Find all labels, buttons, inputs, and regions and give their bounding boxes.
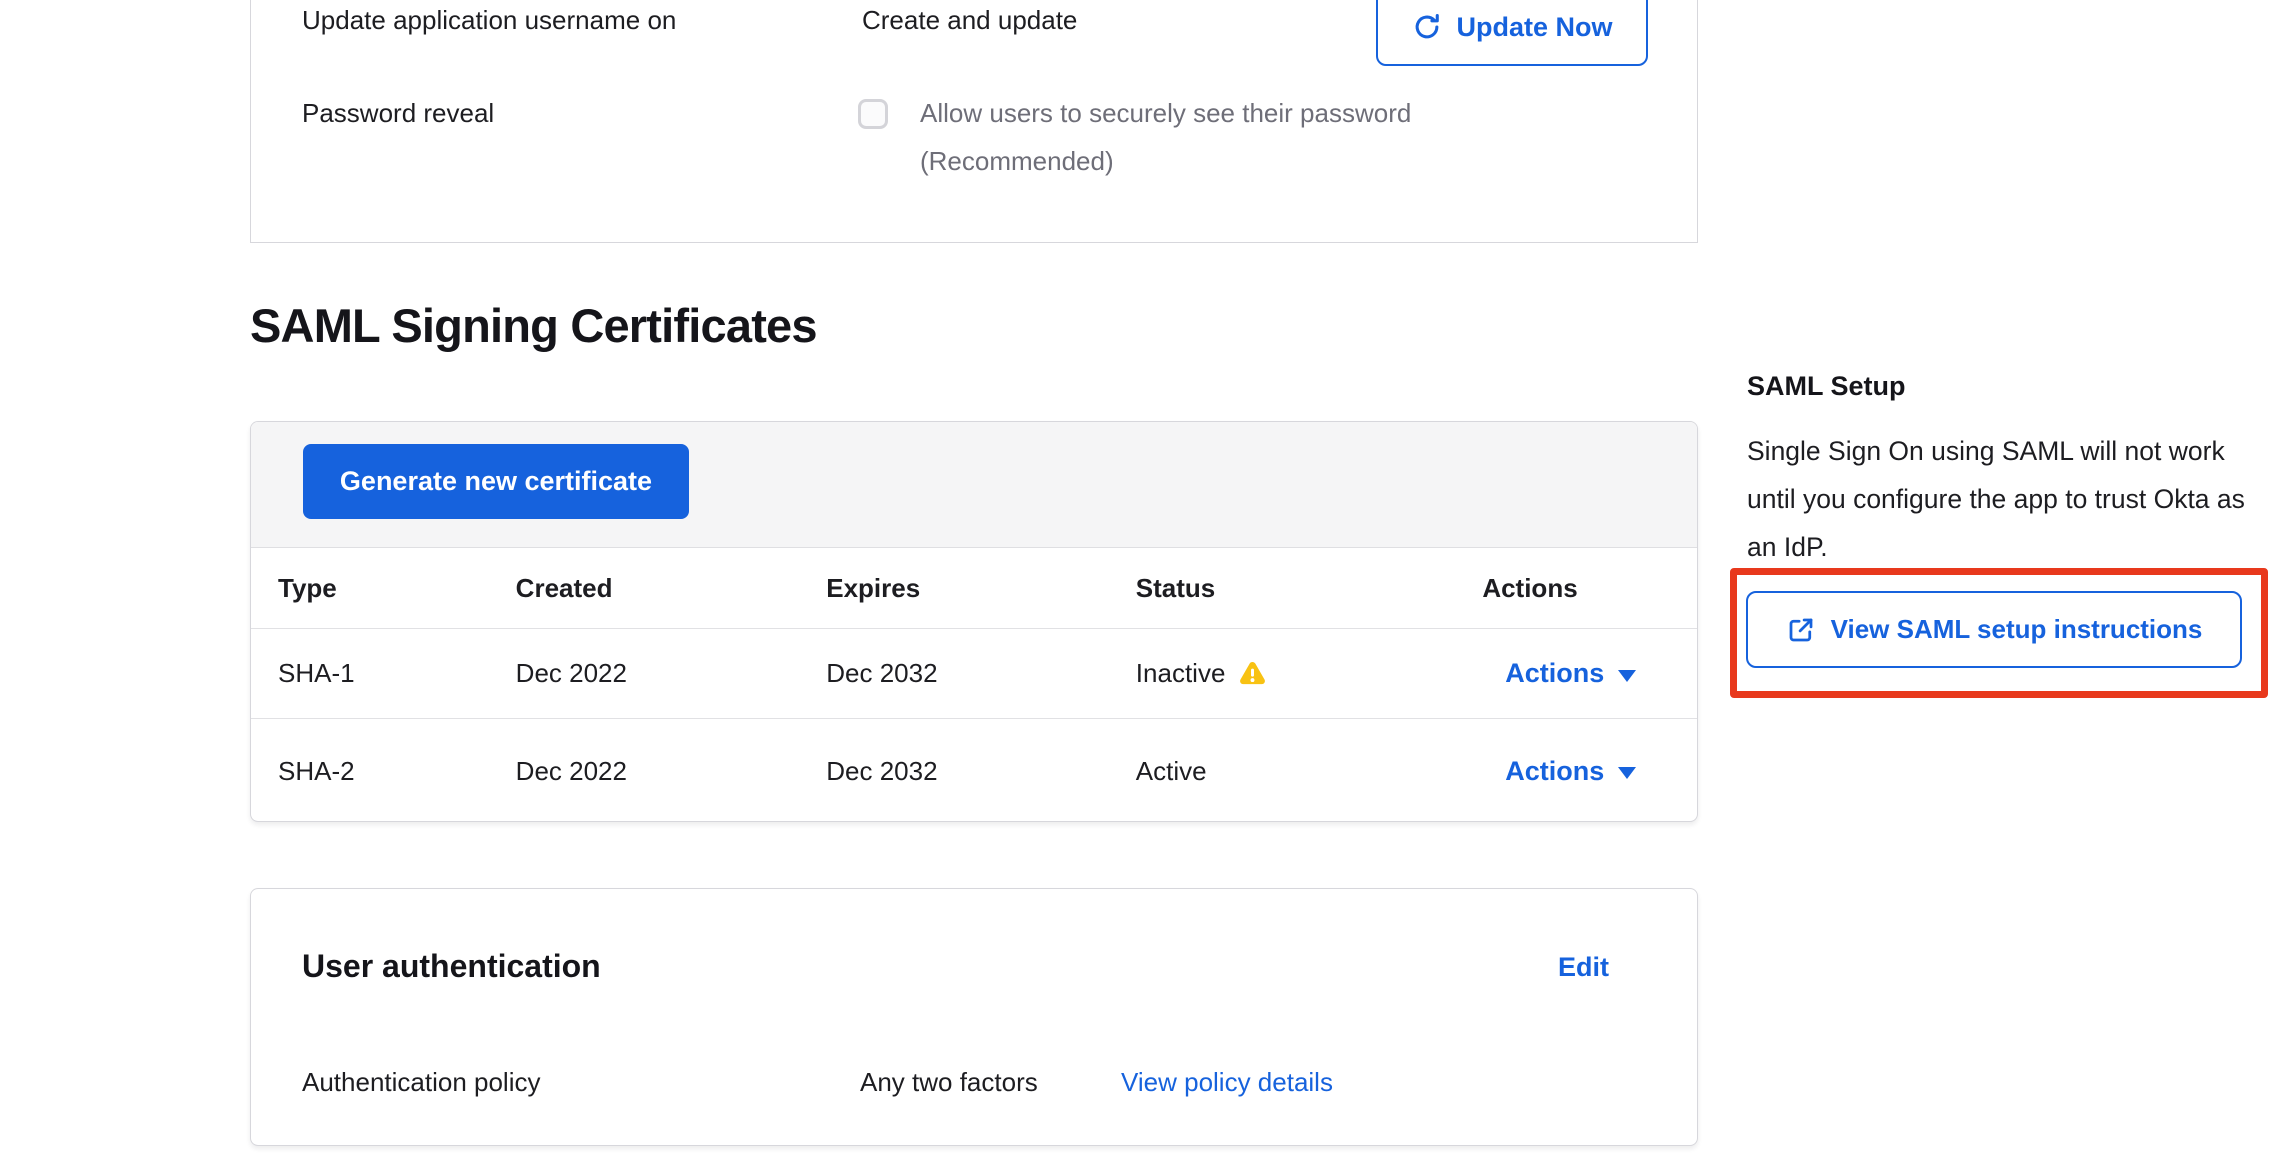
refresh-icon <box>1411 11 1443 43</box>
cell-created: Dec 2022 <box>489 719 800 822</box>
cell-type: SHA-1 <box>251 629 489 718</box>
status-text: Inactive <box>1136 658 1226 689</box>
edit-link[interactable]: Edit <box>1558 952 1609 983</box>
table-row-sha1: SHA-1 Dec 2022 Dec 2032 Inactive Actio <box>251 629 1697 719</box>
col-header-actions: Actions <box>1455 548 1697 628</box>
view-saml-setup-instructions-button[interactable]: View SAML setup instructions <box>1746 591 2242 668</box>
table-row-sha2: SHA-2 Dec 2022 Dec 2032 Active Actions <box>251 719 1697 822</box>
cell-actions: Actions <box>1455 629 1697 718</box>
saml-setup-description: Single Sign On using SAML will not work … <box>1747 427 2259 571</box>
cell-created: Dec 2022 <box>489 629 800 718</box>
caret-down-icon[interactable] <box>1618 670 1636 682</box>
col-header-expires: Expires <box>799 548 1109 628</box>
cell-actions: Actions <box>1455 719 1697 822</box>
cell-expires: Dec 2032 <box>799 719 1109 822</box>
username-row-label: Update application username on <box>302 2 676 38</box>
username-row-value: Create and update <box>862 2 1077 38</box>
caret-down-icon[interactable] <box>1618 767 1636 779</box>
certificates-card: Generate new certificate Type Created Ex… <box>250 421 1698 822</box>
user-authentication-heading: User authentication <box>302 948 601 985</box>
status-text: Active <box>1136 756 1207 787</box>
view-saml-setup-instructions-label: View SAML setup instructions <box>1831 614 2203 645</box>
user-authentication-card <box>250 888 1698 1146</box>
col-header-status: Status <box>1109 548 1456 628</box>
generate-new-certificate-button[interactable]: Generate new certificate <box>303 444 689 519</box>
saml-setup-heading: SAML Setup <box>1747 371 1906 402</box>
cell-status: Active <box>1109 719 1456 822</box>
password-reveal-checkbox[interactable] <box>858 99 888 129</box>
certificates-table-header: Type Created Expires Status Actions <box>251 548 1697 629</box>
cell-status: Inactive <box>1109 629 1456 718</box>
cell-expires: Dec 2032 <box>799 629 1109 718</box>
authentication-policy-value: Any two factors <box>860 1064 1038 1100</box>
actions-menu-button[interactable]: Actions <box>1505 658 1604 689</box>
authentication-policy-label: Authentication policy <box>302 1064 540 1100</box>
warning-icon <box>1237 658 1268 689</box>
okta-app-settings-page: Update application username on Create an… <box>0 0 2279 1158</box>
saml-signing-certificates-heading: SAML Signing Certificates <box>250 298 817 353</box>
update-now-label: Update Now <box>1456 12 1612 43</box>
actions-menu-button[interactable]: Actions <box>1505 756 1604 787</box>
cell-type: SHA-2 <box>251 719 489 822</box>
external-link-icon <box>1786 615 1816 645</box>
password-reveal-option-text: Allow users to securely see their passwo… <box>920 97 1411 129</box>
col-header-created: Created <box>489 548 800 628</box>
password-reveal-option-note: (Recommended) <box>920 145 1114 177</box>
password-reveal-label: Password reveal <box>302 95 494 131</box>
update-now-button[interactable]: Update Now <box>1376 0 1648 66</box>
col-header-type: Type <box>251 548 489 628</box>
view-policy-details-link[interactable]: View policy details <box>1121 1064 1333 1100</box>
